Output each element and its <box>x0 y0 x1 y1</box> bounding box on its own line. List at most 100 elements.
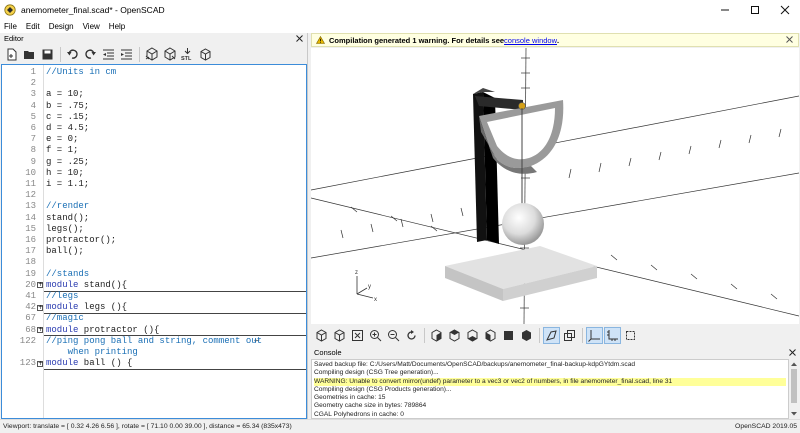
code-line[interactable]: f = 1; <box>46 145 78 156</box>
code-line[interactable]: e = 0; <box>46 134 78 145</box>
line-number <box>2 347 36 358</box>
view-front-button[interactable] <box>500 327 517 344</box>
line-number: 11 <box>25 179 36 189</box>
line-number: 13 <box>25 201 36 212</box>
indent-button[interactable] <box>118 46 135 63</box>
warning-icon <box>316 36 325 44</box>
close-icon[interactable] <box>789 349 796 356</box>
save-file-button[interactable] <box>39 46 56 63</box>
perspective-icon <box>546 329 557 341</box>
save-icon <box>42 49 53 59</box>
code-line[interactable]: legs(); <box>46 224 84 235</box>
code-line[interactable]: i = 1.1; <box>46 179 89 190</box>
code-line[interactable]: stand(); <box>46 213 89 224</box>
minimize-button[interactable] <box>710 0 740 19</box>
code-line[interactable]: //stands <box>46 269 89 280</box>
status-bar: Viewport: translate = [ 0.32 4.26 6.56 ]… <box>0 419 800 433</box>
scroll-thumb[interactable] <box>791 369 797 403</box>
menu-design[interactable]: Design <box>49 22 74 31</box>
code-line[interactable]: h = 10; <box>46 168 84 179</box>
console-output[interactable]: Saved backup file: C:/Users/Matt/Documen… <box>311 359 789 419</box>
view-all-button[interactable] <box>349 327 366 344</box>
code-line[interactable]: protractor(); <box>46 235 116 246</box>
fold-toggle-icon[interactable]: + <box>37 360 43 367</box>
menu-help[interactable]: Help <box>109 22 125 31</box>
view-render-button[interactable] <box>331 327 348 344</box>
close-warning-button[interactable] <box>786 35 793 45</box>
code-line[interactable]: when printing <box>46 347 138 358</box>
undo-button[interactable] <box>64 46 81 63</box>
3d-viewport[interactable]: z x y <box>311 48 799 324</box>
view-left-button[interactable] <box>482 327 499 344</box>
code-line[interactable]: ball(); <box>46 246 84 257</box>
zoom-in-button[interactable] <box>367 327 384 344</box>
code-line[interactable]: //legs <box>46 291 78 302</box>
fold-toggle-icon[interactable]: + <box>37 304 43 311</box>
render-button[interactable] <box>161 46 178 63</box>
view-right-icon <box>431 328 442 342</box>
code-line[interactable]: a = 10; <box>46 89 84 100</box>
show-scale-markers-button[interactable] <box>604 326 621 344</box>
code-line[interactable]: c = .15; <box>46 112 89 123</box>
ping-pong-ball-model <box>502 203 544 245</box>
undo-icon <box>67 48 78 59</box>
console-window-link[interactable]: console window <box>504 36 557 45</box>
perspective-button[interactable] <box>543 326 560 344</box>
code-line[interactable]: module protractor (){ <box>46 325 159 336</box>
send-to-print-button[interactable] <box>197 46 214 63</box>
console-scrollbar[interactable] <box>789 359 799 419</box>
render-cube-icon <box>334 328 345 342</box>
code-line[interactable]: g = .25; <box>46 157 89 168</box>
code-line[interactable]: //ping pong ball and string, comment out <box>46 336 262 347</box>
code-line[interactable]: d = 4.5; <box>46 123 89 134</box>
menu-edit[interactable]: Edit <box>26 22 40 31</box>
code-line[interactable]: //render <box>46 201 89 212</box>
export-stl-button[interactable]: STL <box>179 46 196 63</box>
show-edges-button[interactable] <box>622 327 639 344</box>
orthogonal-button[interactable] <box>561 327 578 344</box>
view-right-button[interactable] <box>428 327 445 344</box>
code-line[interactable]: module legs (){ <box>46 302 127 313</box>
render-cube-icon <box>164 47 175 61</box>
version-label: OpenSCAD 2019.05 <box>735 423 797 430</box>
editor-header: Editor <box>0 33 307 43</box>
reset-view-button[interactable] <box>403 327 420 344</box>
show-axes-button[interactable] <box>586 326 603 344</box>
fold-toggle-icon[interactable]: + <box>37 282 43 289</box>
close-window-button[interactable] <box>770 0 800 19</box>
keyword: module <box>46 324 79 335</box>
menu-file[interactable]: File <box>4 22 17 31</box>
line-number: 5 <box>30 111 36 122</box>
open-file-button[interactable] <box>21 46 38 63</box>
gizmo-x-label: x <box>374 297 377 303</box>
view-bottom-button[interactable] <box>464 327 481 344</box>
editor-toolbar: STL <box>0 43 307 65</box>
line-number: 42 <box>25 302 36 313</box>
view-preview-button[interactable] <box>313 327 330 344</box>
gizmo-y-label: y <box>368 284 371 290</box>
menu-view[interactable]: View <box>83 22 100 31</box>
redo-button[interactable] <box>82 46 99 63</box>
line-number: 6 <box>30 123 36 133</box>
code-line[interactable]: //magic <box>46 313 84 324</box>
code-line[interactable]: module ball () { <box>46 358 132 369</box>
fold-toggle-icon[interactable]: + <box>37 327 43 334</box>
code-line[interactable]: //Units in cm <box>46 67 116 78</box>
scroll-up-icon <box>791 362 797 366</box>
new-file-button[interactable] <box>3 46 20 63</box>
code-editor[interactable]: 1 2 3 4 5 6 7 8 9 10 11 12 13 14 15 16 17 18 19 20 +41 42 +67 6… <box>1 64 307 419</box>
unindent-button[interactable] <box>100 46 117 63</box>
code-line[interactable]: module stand(){ <box>46 280 127 291</box>
line-number: 19 <box>25 268 36 279</box>
zoom-out-button[interactable] <box>385 327 402 344</box>
view-top-button[interactable] <box>446 327 463 344</box>
close-icon[interactable] <box>296 34 303 42</box>
line-number: 41 <box>25 291 36 301</box>
console-line: Saved backup file: C:/Users/Matt/Documen… <box>314 361 636 368</box>
line-number: 7 <box>30 134 36 145</box>
maximize-button[interactable] <box>740 0 770 19</box>
code-line[interactable]: b = .75; <box>46 101 89 112</box>
preview-button[interactable] <box>143 46 160 63</box>
console-warning-line: WARNING: Unable to convert mirror(undef)… <box>314 377 786 386</box>
view-back-button[interactable] <box>518 327 535 344</box>
